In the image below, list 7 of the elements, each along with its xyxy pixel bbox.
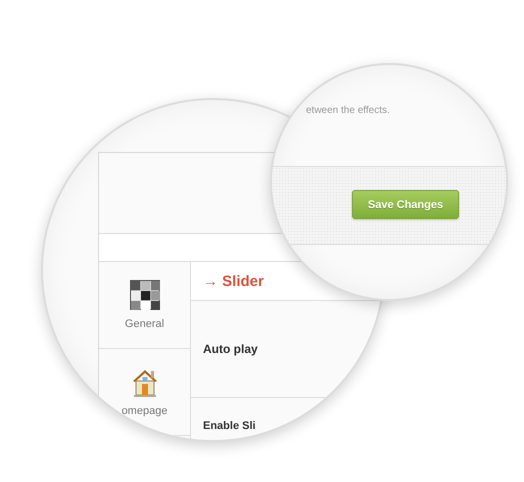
section-title: → Slider	[203, 272, 264, 290]
option-label: Auto play	[203, 342, 258, 356]
save-button[interactable]: Save Changes	[352, 190, 459, 219]
checkered-icon	[130, 280, 160, 310]
house-icon	[130, 367, 158, 397]
option-label: Enable Sli	[203, 420, 256, 432]
description-text: etween the effects.	[306, 105, 390, 116]
